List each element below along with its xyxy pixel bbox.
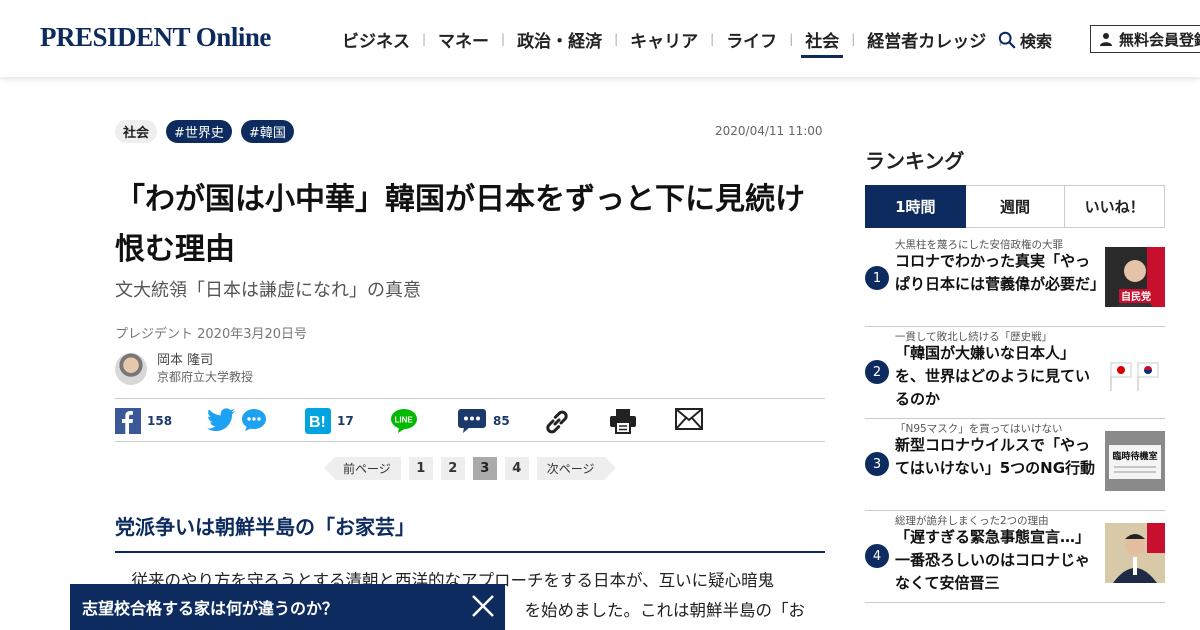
article-title: 「わが国は小中華」韓国が日本をずっと下に見続け恨む理由 xyxy=(115,182,805,267)
main-nav: ビジネス | マネー | 政治・経済 | キャリア | ライフ | 社会 | 経… xyxy=(330,26,1002,58)
signup-button[interactable]: 無料会員登録 xyxy=(1090,25,1200,53)
rank-number: 1 xyxy=(865,266,889,290)
search-label: 検索 xyxy=(1020,32,1053,51)
ranking-item[interactable]: 4 総理が詭弁しまくった2つの理由 「遅すぎる緊急事態宣言…」一番恐ろしいのはコ… xyxy=(865,511,1165,603)
line-share-button[interactable]: LINE xyxy=(390,408,418,434)
promo-banner-text: 志望校合格する家は何が違うのか？ xyxy=(82,599,339,618)
nav-item-life[interactable]: ライフ xyxy=(714,27,789,52)
hatena-count: 17 xyxy=(337,414,354,428)
share-bar: 158 B! 17 LINE 85 xyxy=(115,398,825,442)
page-link-4[interactable]: 4 xyxy=(504,457,529,480)
rank-number: 3 xyxy=(865,452,889,476)
twitter-share-button[interactable] xyxy=(207,408,235,432)
signup-label: 無料会員登録 xyxy=(1119,30,1200,49)
twitter-reply-button[interactable] xyxy=(241,408,267,432)
thumb-caption: 自民党 xyxy=(1121,290,1151,303)
mail-icon xyxy=(675,408,703,430)
ranking-item[interactable]: 2 一貫して敗北し続ける「歴史戦」 「韓国が大嫌いな日本人」を、世界はどのように… xyxy=(865,327,1165,419)
search-icon xyxy=(998,31,1016,49)
rank-number: 4 xyxy=(865,544,889,568)
search-button[interactable]: 検索 xyxy=(998,28,1052,52)
comment-button[interactable]: 85 xyxy=(457,408,510,434)
close-icon[interactable] xyxy=(469,592,497,620)
facebook-count: 158 xyxy=(147,414,173,428)
svg-text:B!: B! xyxy=(309,414,326,431)
page-link-2[interactable]: 2 xyxy=(440,457,465,480)
facebook-icon xyxy=(115,408,141,434)
rank-headline: 「韓国が大嫌いな日本人」を、世界はどのように見ているのか xyxy=(895,344,1091,408)
author-role: 京都府立大学教授 xyxy=(157,370,254,384)
promo-banner[interactable]: 志望校合格する家は何が違うのか？ xyxy=(70,584,505,630)
speech-bubble-icon xyxy=(242,409,266,431)
ranking-list: 1 大黒柱を蔑ろにした安倍政権の大罪 コロナでわかった真実「やっぱり日本には菅義… xyxy=(865,235,1165,603)
email-share-button[interactable] xyxy=(675,408,703,430)
nav-item-society[interactable]: 社会 xyxy=(793,27,851,58)
nav-item-career[interactable]: キャリア xyxy=(618,27,710,52)
ranking-item[interactable]: 3 「N95マスク」を買ってはいけない 新型コロナウイルスで「やってはいけない」… xyxy=(865,419,1165,511)
print-button[interactable] xyxy=(609,408,637,434)
next-page-button[interactable]: 次ページ xyxy=(536,457,616,480)
rank-thumbnail: 臨時待機室 xyxy=(1105,431,1165,491)
nav-item-business[interactable]: ビジネス xyxy=(330,27,422,52)
twitter-icon xyxy=(207,408,235,432)
nav-item-executive-college[interactable]: 経営者カレッジ xyxy=(855,27,998,52)
tag-world-history[interactable]: #世界史 xyxy=(166,120,232,143)
author-name: 岡本 隆司 xyxy=(157,353,214,368)
ranking-item[interactable]: 1 大黒柱を蔑ろにした安倍政権の大罪 コロナでわかった真実「やっぱり日本には菅義… xyxy=(865,235,1165,327)
rank-headline: 「遅すぎる緊急事態宣言…」一番恐ろしいのはコロナじゃなくて安倍晋三 xyxy=(895,528,1091,592)
ranking-title: ランキング xyxy=(865,149,965,173)
hatena-bookmark-button[interactable]: B! 17 xyxy=(305,408,354,434)
ranking-tabs: 1時間 週間 いいね！ xyxy=(865,185,1166,228)
section-heading: 党派争いは朝鮮半島の「お家芸」 xyxy=(115,511,825,553)
article-subtitle: 文大統領「日本は謙虚になれ」の真意 xyxy=(115,280,421,301)
rank-thumbnail: 自民党 xyxy=(1105,247,1165,307)
author-avatar xyxy=(115,353,147,385)
rank-thumbnail xyxy=(1105,339,1165,399)
author-block[interactable]: 岡本 隆司 京都府立大学教授 xyxy=(115,352,253,386)
user-icon xyxy=(1100,33,1112,46)
pagination: 前ページ 1 2 3 4 次ページ xyxy=(324,457,616,480)
svg-text:LINE: LINE xyxy=(395,416,414,425)
hatena-bookmark-icon: B! xyxy=(305,408,331,434)
site-logo[interactable]: PRESIDENT Online xyxy=(40,22,271,53)
tag-korea[interactable]: #韓国 xyxy=(240,120,294,143)
rank-number: 2 xyxy=(865,360,889,384)
prev-page-button[interactable]: 前ページ xyxy=(324,457,401,480)
nav-item-money[interactable]: マネー xyxy=(426,27,501,52)
nav-item-politics-economy[interactable]: 政治・経済 xyxy=(505,27,614,52)
copy-link-button[interactable] xyxy=(543,408,571,436)
thumb-caption: 臨時待機室 xyxy=(1112,450,1157,462)
site-header: PRESIDENT Online ビジネス | マネー | 政治・経済 | キャ… xyxy=(0,0,1200,77)
tab-likes[interactable]: いいね！ xyxy=(1065,185,1166,228)
rank-headline: コロナでわかった真実「やっぱり日本には菅義偉が必要だ」 xyxy=(895,252,1106,293)
comment-count: 85 xyxy=(493,414,510,428)
tab-1-hour[interactable]: 1時間 xyxy=(865,185,966,228)
printer-icon xyxy=(610,409,636,434)
rank-headline: 新型コロナウイルスで「やってはいけない」5つのNG行動 xyxy=(895,436,1096,477)
page-link-1[interactable]: 1 xyxy=(408,457,433,480)
page-link-3-current[interactable]: 3 xyxy=(472,457,497,480)
article-tags: 社会 #世界史 #韓国 xyxy=(115,120,294,143)
tag-society[interactable]: 社会 xyxy=(115,120,158,143)
line-icon: LINE xyxy=(391,409,417,433)
rank-thumbnail xyxy=(1105,523,1165,583)
publish-date: 2020/04/11 11:00 xyxy=(715,124,823,138)
facebook-share-button[interactable]: 158 xyxy=(115,408,172,434)
link-icon xyxy=(546,410,568,434)
article-source: プレジデント 2020年3月20日号 xyxy=(115,327,308,342)
tab-weekly[interactable]: 週間 xyxy=(965,185,1066,228)
comment-icon xyxy=(458,409,486,433)
